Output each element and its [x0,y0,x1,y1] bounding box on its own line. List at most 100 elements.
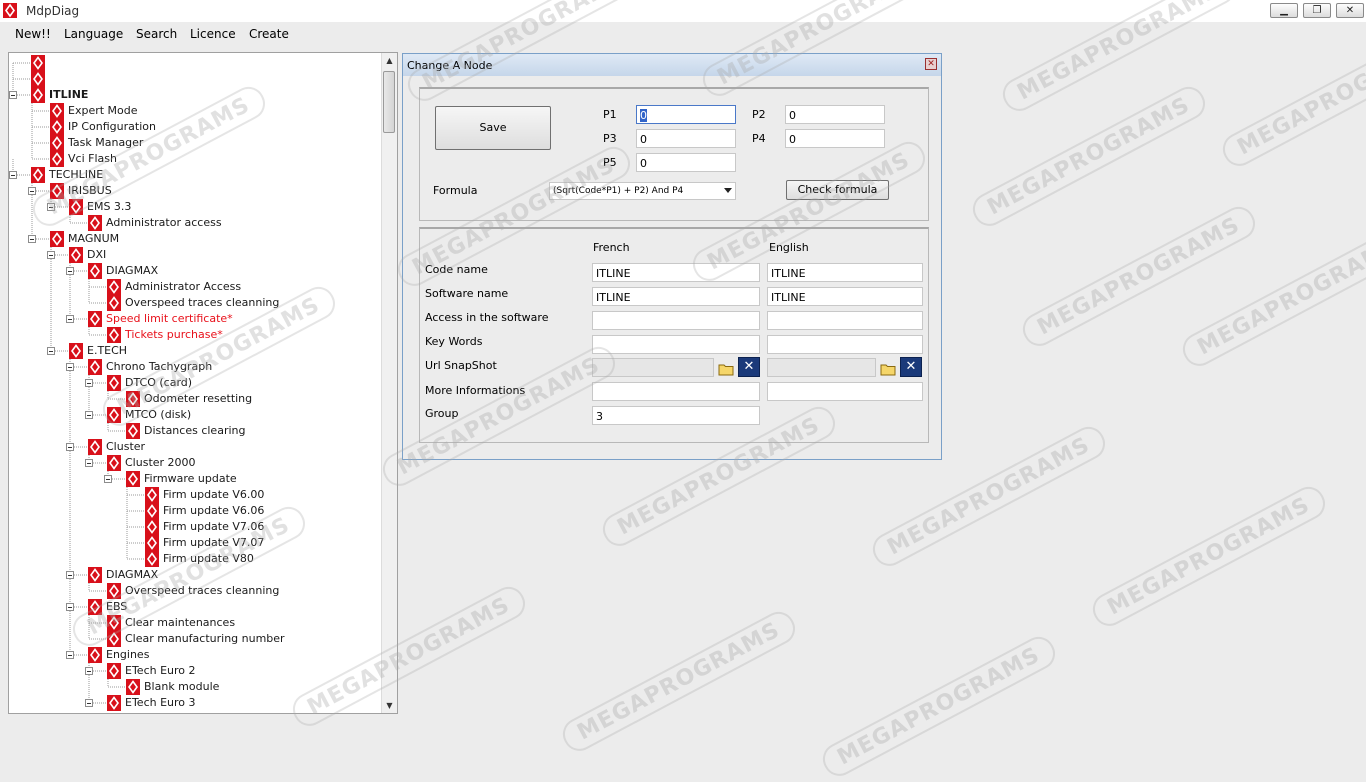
dialog-close-button[interactable]: ✕ [925,58,937,70]
software-name-fr-field[interactable]: ITLINE [592,287,760,306]
chevron-down-icon[interactable] [724,188,732,193]
p1-field[interactable]: 0 [636,105,736,124]
collapse-toggle-icon[interactable] [66,443,74,451]
code-name-label: Code name [425,263,488,276]
column-english: English [769,241,809,254]
access-en-field[interactable] [767,311,923,330]
collapse-toggle-icon[interactable] [85,379,93,387]
p4-field[interactable]: 0 [785,129,885,148]
node-logo-icon [107,695,121,711]
tree-node-label: Blank module [144,680,220,693]
node-logo-icon [107,615,121,631]
node-logo-icon [126,471,140,487]
collapse-toggle-icon[interactable] [85,459,93,467]
collapse-toggle-icon[interactable] [47,203,55,211]
collapse-toggle-icon[interactable] [66,315,74,323]
collapse-toggle-icon[interactable] [47,347,55,355]
node-logo-icon [50,183,64,199]
p5-field[interactable]: 0 [636,153,736,172]
tree-node-label: DTCO (card) [125,376,193,389]
node-logo-icon [145,535,159,551]
tree-node-label: ETech Euro 2 [125,664,196,677]
node-logo-icon [145,487,159,503]
collapse-toggle-icon[interactable] [66,267,74,275]
scroll-up-arrow-icon[interactable]: ▲ [382,53,397,68]
code-name-fr-field[interactable]: ITLINE [592,263,760,282]
tree-node-label: ETech Euro 3 [125,696,196,709]
tree-node-label: Firmware update [144,472,237,485]
maximize-button[interactable]: ❐ [1303,3,1331,18]
close-button[interactable]: ✕ [1336,3,1364,18]
tree-node-label: IP Configuration [68,120,156,133]
more-info-en-field[interactable] [767,382,923,401]
keywords-fr-field[interactable] [592,335,760,354]
collapse-toggle-icon[interactable] [66,651,74,659]
menu-new[interactable]: New!! [15,27,51,41]
tree-node-label: ITLINE [49,88,89,101]
tree-node-label: Vci Flash [68,152,117,165]
group-field[interactable]: 3 [592,406,760,425]
tree-view[interactable]: ITLINE Expert Mode IP Configuration Task Ma… [9,53,383,713]
folder-icon[interactable] [718,362,734,376]
url-snapshot-fr-field[interactable] [592,358,714,377]
node-logo-icon [145,551,159,567]
software-name-en-field[interactable]: ITLINE [767,287,923,306]
group-label: Group [425,407,459,420]
collapse-toggle-icon[interactable] [104,475,112,483]
node-logo-icon [107,583,121,599]
collapse-toggle-icon[interactable] [9,91,17,99]
node-logo-icon [50,151,64,167]
menu-licence[interactable]: Licence [190,27,236,41]
access-fr-field[interactable] [592,311,760,330]
collapse-toggle-icon[interactable] [9,171,17,179]
collapse-toggle-icon[interactable] [66,363,74,371]
tree-scrollbar[interactable]: ▲ ▼ [381,53,397,713]
node-logo-icon [50,135,64,151]
save-button[interactable]: Save [435,106,551,150]
folder-icon[interactable] [880,362,896,376]
collapse-toggle-icon[interactable] [28,235,36,243]
p3-field[interactable]: 0 [636,129,736,148]
menu-create[interactable]: Create [249,27,289,41]
collapse-toggle-icon[interactable] [85,411,93,419]
menu-search[interactable]: Search [136,27,177,41]
title-bar: MdpDiag ▁ ❐ ✕ [0,0,1366,22]
clear-fr-icon[interactable]: ✕ [738,357,760,377]
tree-node-label: Firm update V7.07 [163,536,265,549]
url-snapshot-en-field[interactable] [767,358,876,377]
minimize-button[interactable]: ▁ [1270,3,1298,18]
code-name-en-field[interactable]: ITLINE [767,263,923,282]
check-formula-button[interactable]: Check formula [786,180,889,200]
collapse-toggle-icon[interactable] [66,603,74,611]
p1-label: P1 [603,108,617,121]
tree-node-label: Cluster 2000 [125,456,196,469]
node-logo-icon [107,455,121,471]
node-logo-icon [126,391,140,407]
p5-label: P5 [603,156,617,169]
tree-node-label: Engines [106,648,150,661]
node-logo-icon [50,103,64,119]
scroll-thumb[interactable] [383,71,395,133]
node-logo-icon [107,295,121,311]
tree-node-label: Firm update V6.06 [163,504,265,517]
node-logo-icon [50,231,64,247]
formula-select[interactable]: (Sqrt(Code*P1) + P2) And P4 [549,182,736,200]
collapse-toggle-icon[interactable] [47,251,55,259]
clear-en-icon[interactable]: ✕ [900,357,922,377]
scroll-down-arrow-icon[interactable]: ▼ [382,698,397,713]
node-logo-icon [126,679,140,695]
tree-node-label: Firm update V6.00 [163,488,265,501]
collapse-toggle-icon[interactable] [85,667,93,675]
keywords-en-field[interactable] [767,335,923,354]
watermark: MEGAPROGRAMS [817,631,1061,782]
p2-field[interactable]: 0 [785,105,885,124]
tree-node-label: DXI [87,248,107,261]
software-name-label: Software name [425,287,509,300]
node-logo-icon [31,55,45,71]
collapse-toggle-icon[interactable] [85,699,93,707]
menu-bar: New!! Language Search Licence Create [0,22,1366,46]
more-info-fr-field[interactable] [592,382,760,401]
collapse-toggle-icon[interactable] [28,187,36,195]
menu-language[interactable]: Language [64,27,123,41]
collapse-toggle-icon[interactable] [66,571,74,579]
